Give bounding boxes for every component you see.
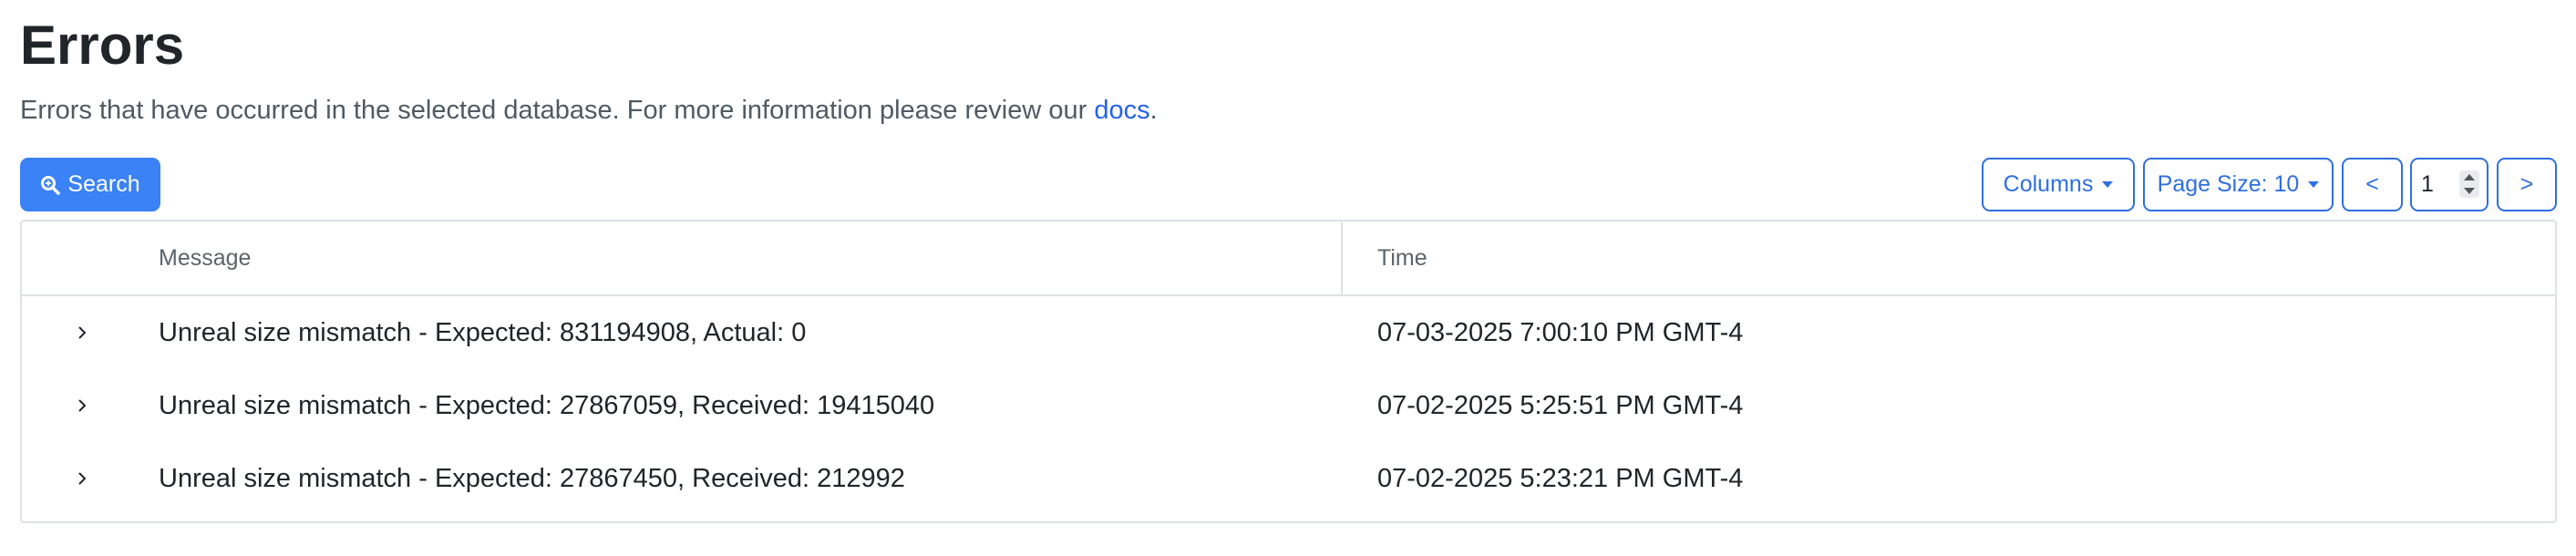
page-number-input[interactable]: 1 [2410,158,2488,211]
chevron-right-icon[interactable] [77,442,88,515]
page-stepper[interactable] [2459,170,2479,198]
docs-link[interactable]: docs [1094,96,1149,125]
row-message: Unreal size mismatch - Expected: 2786745… [159,463,905,493]
columns-label: Columns [2003,171,2094,197]
column-header-time[interactable]: Time [1377,221,1427,294]
table-row[interactable]: Unreal size mismatch - Expected: 2786705… [22,369,2555,442]
column-divider [1341,221,1343,294]
search-button-label: Search [67,171,140,197]
chevron-right-icon[interactable] [77,296,88,369]
page-size-label: Page Size: 10 [2157,171,2300,197]
stepper-up-icon[interactable] [2464,174,2475,180]
row-message: Unreal size mismatch - Expected: 2786705… [159,390,935,420]
page-number-value: 1 [2421,171,2434,197]
caret-down-icon [2102,181,2114,188]
errors-table: Message Time Unreal size mismatch - Expe… [20,220,2557,523]
table-row[interactable]: Unreal size mismatch - Expected: 8311949… [22,296,2555,369]
page-title: Errors [20,15,185,76]
column-header-message[interactable]: Message [159,221,251,294]
description-end: . [1149,96,1158,125]
page-description: Errors that have occurred in the selecte… [20,92,1158,129]
description-text: Errors that have occurred in the selecte… [20,96,1087,125]
chevron-right-icon[interactable] [77,369,88,442]
search-icon [41,175,61,195]
columns-dropdown-button[interactable]: Columns [1982,158,2135,211]
errors-page: Errors Errors that have occurred in the … [0,0,2576,556]
table-row[interactable]: Unreal size mismatch - Expected: 2786745… [22,442,2555,515]
row-time: 07-03-2025 7:00:10 PM GMT-4 [1377,317,1744,347]
search-button[interactable]: Search [20,158,160,211]
next-page-button[interactable]: > [2497,158,2557,211]
stepper-down-icon[interactable] [2464,188,2475,194]
row-time: 07-02-2025 5:23:21 PM GMT-4 [1377,463,1744,493]
table-header: Message Time [22,221,2555,296]
caret-down-icon [2308,181,2320,188]
row-time: 07-02-2025 5:25:51 PM GMT-4 [1377,390,1744,420]
page-size-dropdown-button[interactable]: Page Size: 10 [2143,158,2334,211]
previous-page-button[interactable]: < [2342,158,2403,211]
row-message: Unreal size mismatch - Expected: 8311949… [159,317,807,347]
